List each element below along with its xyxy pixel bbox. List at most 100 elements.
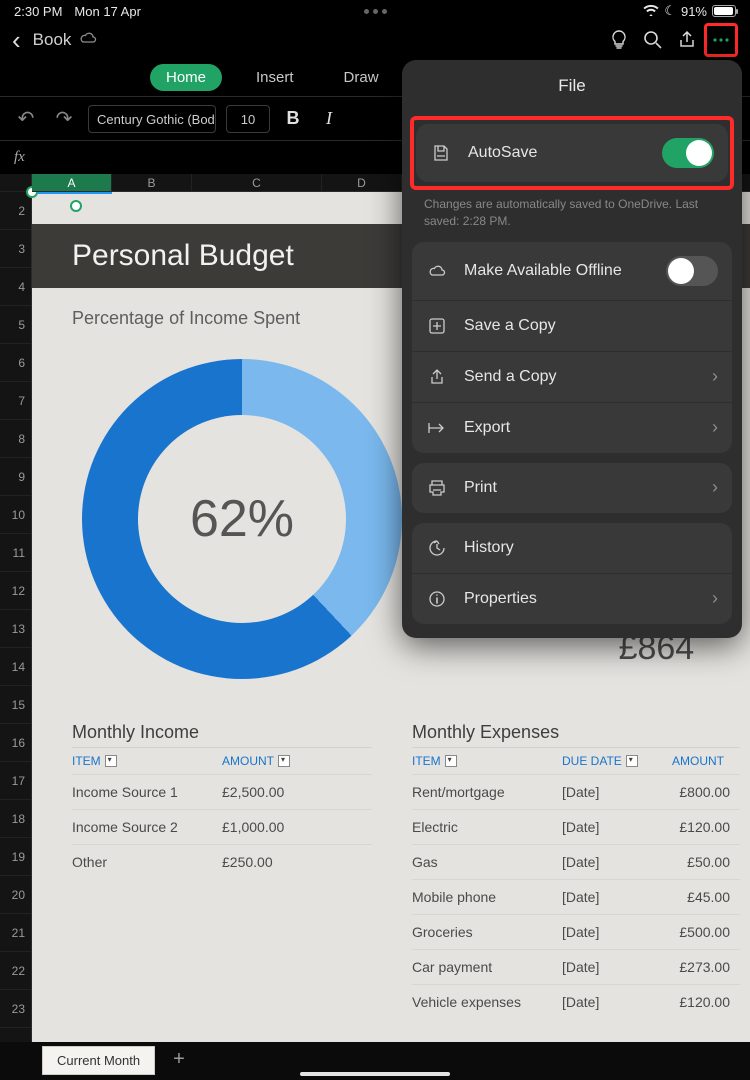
row-header[interactable]: 7 (0, 382, 31, 420)
offline-toggle[interactable] (666, 256, 718, 286)
print-icon (426, 477, 448, 499)
font-select[interactable]: Century Gothic (Body) (88, 105, 216, 133)
cell-amount: £800.00 (672, 784, 740, 800)
expenses-header-amount[interactable]: AMOUNT (672, 754, 724, 768)
redo-button[interactable]: ↷ (50, 106, 78, 131)
cell-due: [Date] (562, 959, 672, 975)
col-A[interactable]: A (32, 174, 112, 191)
row-header[interactable]: 20 (0, 876, 31, 914)
tab-insert[interactable]: Insert (240, 64, 310, 91)
history-icon (426, 537, 448, 559)
table-row[interactable]: Other£250.00 (72, 844, 372, 879)
autosave-row[interactable]: AutoSave (416, 124, 728, 182)
table-row[interactable]: Groceries[Date]£500.00 (412, 914, 740, 949)
table-row[interactable]: Mobile phone[Date]£45.00 (412, 879, 740, 914)
cell-due: [Date] (562, 889, 672, 905)
cell-item: Groceries (412, 924, 562, 940)
battery-icon (712, 5, 736, 17)
tab-home[interactable]: Home (150, 64, 222, 91)
table-row[interactable]: Rent/mortgage[Date]£800.00 (412, 774, 740, 809)
filter-dropdown-icon[interactable] (105, 755, 117, 767)
row-header[interactable]: 4 (0, 268, 31, 306)
chevron-right-icon: › (712, 366, 718, 387)
export-row[interactable]: Export › (412, 402, 732, 453)
row-header[interactable]: 15 (0, 686, 31, 724)
properties-label: Properties (464, 590, 537, 608)
cell-due: [Date] (562, 784, 672, 800)
undo-button[interactable]: ↶ (12, 106, 40, 131)
doc-title[interactable]: Book (33, 30, 72, 50)
row-header[interactable]: 18 (0, 800, 31, 838)
status-bar: 2:30 PM Mon 17 Apr ☾ 91% (0, 0, 750, 22)
expenses-header-item[interactable]: ITEM (412, 754, 441, 768)
cell-amount: £50.00 (672, 854, 740, 870)
file-menu-panel: File AutoSave Changes are automatically … (402, 60, 742, 638)
properties-row[interactable]: Properties › (412, 573, 732, 624)
send-copy-row[interactable]: Send a Copy › (412, 351, 732, 402)
row-header[interactable]: 16 (0, 724, 31, 762)
filter-dropdown-icon[interactable] (626, 755, 638, 767)
row-header[interactable]: 9 (0, 458, 31, 496)
row-header[interactable]: 11 (0, 534, 31, 572)
row-header[interactable]: 21 (0, 914, 31, 952)
status-date: Mon 17 Apr (74, 4, 141, 19)
history-row[interactable]: History (412, 523, 732, 573)
table-row[interactable]: Vehicle expenses[Date]£120.00 (412, 984, 740, 1019)
cell-item: Electric (412, 819, 562, 835)
print-row[interactable]: Print › (412, 463, 732, 513)
send-copy-label: Send a Copy (464, 368, 557, 386)
multitask-dots[interactable] (364, 9, 387, 14)
row-headers[interactable]: 23456789101112131415161718192021222324 (0, 174, 32, 1042)
lightbulb-icon[interactable] (602, 23, 636, 57)
filter-dropdown-icon[interactable] (278, 755, 290, 767)
income-header-item[interactable]: ITEM (72, 754, 101, 768)
offline-row[interactable]: Make Available Offline (412, 242, 732, 300)
row-header[interactable]: 5 (0, 306, 31, 344)
cell-due: [Date] (562, 924, 672, 940)
bold-button[interactable]: B (280, 108, 306, 129)
selection-handle[interactable] (70, 200, 82, 212)
row-header[interactable]: 22 (0, 952, 31, 990)
cell-due: [Date] (562, 994, 672, 1010)
row-header[interactable]: 17 (0, 762, 31, 800)
search-icon[interactable] (636, 23, 670, 57)
tab-draw[interactable]: Draw (328, 64, 395, 91)
row-header[interactable]: 23 (0, 990, 31, 1028)
more-menu-button[interactable] (704, 23, 738, 57)
row-header[interactable]: 3 (0, 230, 31, 268)
row-header[interactable]: 2 (0, 192, 31, 230)
sheet-tab-current[interactable]: Current Month (42, 1046, 155, 1075)
table-row[interactable]: Gas[Date]£50.00 (412, 844, 740, 879)
col-D[interactable]: D (322, 174, 402, 191)
row-header[interactable]: 8 (0, 420, 31, 458)
font-size-select[interactable]: 10 (226, 105, 270, 133)
row-header[interactable]: 10 (0, 496, 31, 534)
col-C[interactable]: C (192, 174, 322, 191)
send-copy-icon (426, 366, 448, 388)
chevron-right-icon: › (712, 477, 718, 498)
row-header[interactable]: 6 (0, 344, 31, 382)
expenses-header-due[interactable]: DUE DATE (562, 754, 622, 768)
add-sheet-button[interactable]: + (165, 1046, 193, 1073)
cell-item: Gas (412, 854, 562, 870)
row-header[interactable]: 14 (0, 648, 31, 686)
row-header[interactable]: 19 (0, 838, 31, 876)
table-row[interactable]: Income Source 1£2,500.00 (72, 774, 372, 809)
back-button[interactable]: ‹ (12, 25, 21, 56)
share-icon[interactable] (670, 23, 704, 57)
save-copy-row[interactable]: Save a Copy (412, 300, 732, 351)
home-indicator[interactable] (300, 1072, 450, 1076)
italic-button[interactable]: I (316, 108, 342, 129)
export-label: Export (464, 419, 510, 437)
income-header-amount[interactable]: AMOUNT (222, 754, 274, 768)
row-header[interactable]: 13 (0, 610, 31, 648)
table-row[interactable]: Income Source 2£1,000.00 (72, 809, 372, 844)
filter-dropdown-icon[interactable] (445, 755, 457, 767)
autosave-toggle[interactable] (662, 138, 714, 168)
cloud-sync-icon[interactable] (79, 31, 97, 50)
income-title: Monthly Income (72, 722, 372, 743)
row-header[interactable]: 12 (0, 572, 31, 610)
table-row[interactable]: Car payment[Date]£273.00 (412, 949, 740, 984)
col-B[interactable]: B (112, 174, 192, 191)
table-row[interactable]: Electric[Date]£120.00 (412, 809, 740, 844)
